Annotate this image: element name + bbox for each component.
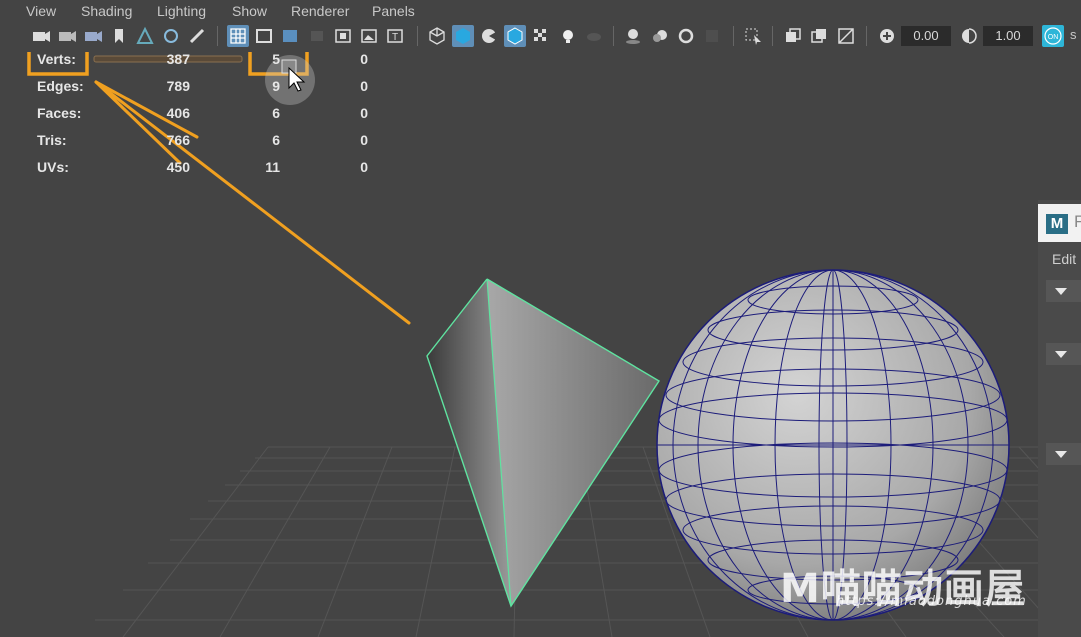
menu-show[interactable]: Show — [232, 3, 267, 19]
toolbar-separator — [866, 26, 867, 46]
hud-label-uvs: UVs: — [37, 159, 69, 175]
film-gate-icon[interactable] — [253, 25, 275, 47]
hud-tris-third: 0 — [360, 132, 368, 148]
chevron-down-icon — [1055, 351, 1067, 358]
collapse-section-2[interactable] — [1046, 343, 1081, 365]
hud-uvs-total: 450 — [166, 159, 190, 175]
side-panel-title: F — [1074, 212, 1081, 231]
safe-title-icon[interactable]: T — [384, 25, 406, 47]
backface-culling-icon[interactable] — [835, 25, 857, 47]
hud-label-tris: Tris: — [37, 132, 67, 148]
toolbar-separator — [733, 26, 734, 46]
maya-logo-icon: M — [1046, 214, 1068, 234]
field-chart-icon[interactable] — [332, 25, 354, 47]
toolbar-separator — [613, 26, 614, 46]
shadows-icon[interactable] — [583, 25, 605, 47]
gamma-icon[interactable] — [958, 25, 980, 47]
menu-lighting[interactable]: Lighting — [157, 3, 206, 19]
3d-viewport[interactable]: Verts: 387 5 0 Edges: 789 9 0 Faces: 406… — [0, 52, 1081, 637]
bookmark-icon[interactable] — [108, 25, 130, 47]
chevron-down-icon — [1055, 451, 1067, 458]
hud-verts-total: 387 — [166, 52, 190, 67]
menu-view[interactable]: View — [26, 3, 56, 19]
hud-tris-selected: 6 — [272, 132, 280, 148]
hud-faces-selected: 6 — [272, 105, 280, 121]
resolution-gate-icon[interactable] — [279, 25, 301, 47]
menu-panels[interactable]: Panels — [372, 3, 415, 19]
hud-tris-total: 766 — [166, 132, 190, 148]
xray-joints-icon[interactable] — [808, 25, 830, 47]
hud-edges-total: 789 — [166, 78, 190, 94]
depth-of-field-icon[interactable] — [701, 25, 723, 47]
gate-mask-icon[interactable] — [306, 25, 328, 47]
hud-uvs-third: 0 — [360, 159, 368, 175]
toolbar-separator — [417, 26, 418, 46]
smooth-shade-cube-icon[interactable] — [452, 25, 474, 47]
hud-label-faces: Faces: — [37, 105, 82, 121]
grease-pencil-icon[interactable] — [160, 25, 182, 47]
collapse-section-1[interactable] — [1046, 280, 1081, 302]
wireframe-on-shaded-icon[interactable] — [504, 25, 526, 47]
menu-shading[interactable]: Shading — [81, 3, 132, 19]
hud-label-verts: Verts: — [37, 52, 76, 67]
multisample-aa-icon[interactable] — [675, 25, 697, 47]
svg-text:T: T — [392, 32, 398, 43]
hud-label-edges: Edges: — [37, 78, 84, 94]
color-management-on-icon[interactable]: ON — [1041, 24, 1065, 48]
chevron-down-icon — [1055, 288, 1067, 295]
xray-icon[interactable] — [782, 25, 804, 47]
menu-edit[interactable]: Edit — [1052, 251, 1076, 267]
hud-verts-selected: 5 — [272, 52, 280, 67]
toolbar-truncated-label: s — [1070, 27, 1077, 42]
hud-faces-total: 406 — [166, 105, 190, 121]
toolbar-separator — [772, 26, 773, 46]
gamma-field[interactable]: 1.00 — [983, 26, 1033, 46]
panel-menu-bar: View Shading Lighting Show Renderer Pane… — [0, 0, 1081, 22]
hud-verts-third: 0 — [360, 52, 368, 67]
isolate-select-icon[interactable] — [742, 25, 764, 47]
menu-renderer[interactable]: Renderer — [291, 3, 349, 19]
textured-icon[interactable] — [530, 25, 552, 47]
pencil-icon[interactable] — [186, 25, 208, 47]
pyramid-mesh[interactable] — [426, 278, 660, 608]
image-plane-icon[interactable] — [134, 25, 156, 47]
use-all-lights-icon[interactable] — [557, 25, 579, 47]
svg-text:ON: ON — [1048, 34, 1059, 41]
exposure-field[interactable]: 0.00 — [901, 26, 951, 46]
panel-toolbar: T 0.00 1.00 ON s — [0, 22, 1081, 52]
grid-icon[interactable] — [227, 25, 249, 47]
hud-uvs-selected: 11 — [265, 159, 280, 175]
exposure-icon[interactable] — [876, 25, 898, 47]
screen-space-ao-icon[interactable] — [622, 25, 644, 47]
camera-icon[interactable] — [30, 25, 52, 47]
toolbar-separator — [217, 26, 218, 46]
hud-faces-third: 0 — [360, 105, 368, 121]
camera-attributes-icon[interactable] — [56, 25, 78, 47]
hud-edges-selected: 9 — [272, 78, 280, 94]
wireframe-cube-icon[interactable] — [426, 25, 448, 47]
default-material-icon[interactable] — [478, 25, 500, 47]
watermark-url: https://miaodonghua.com — [836, 594, 1027, 609]
collapse-section-3[interactable] — [1046, 443, 1081, 465]
hud-edges-third: 0 — [360, 78, 368, 94]
safe-action-icon[interactable] — [358, 25, 380, 47]
camera-lock-icon[interactable] — [82, 25, 104, 47]
motion-blur-icon[interactable] — [649, 25, 671, 47]
